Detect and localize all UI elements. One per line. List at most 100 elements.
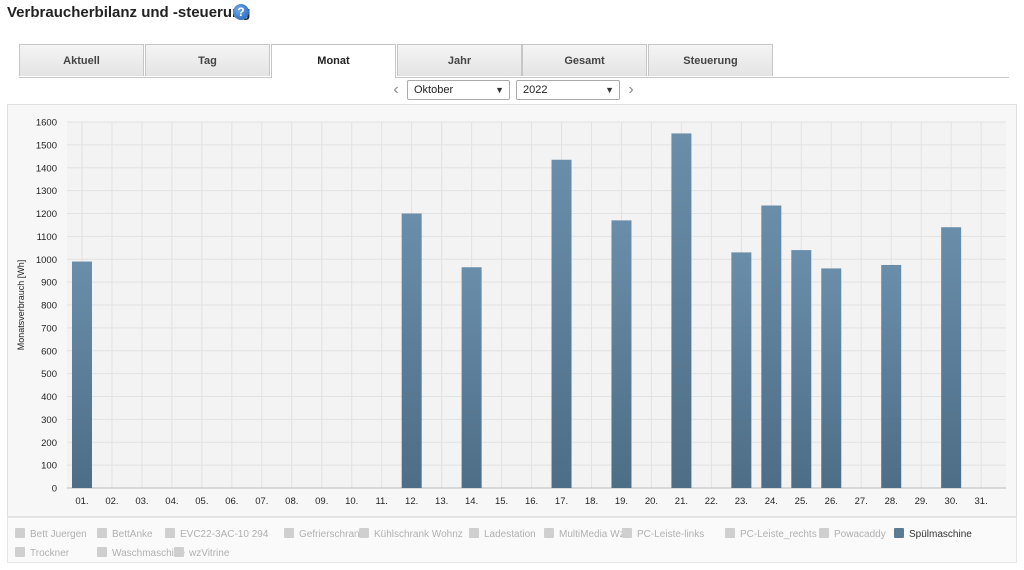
- legend-swatch: [819, 528, 829, 538]
- legend-label: Ladestation: [484, 529, 536, 540]
- legend-item[interactable]: EVC22-3AC-10 294: [165, 528, 268, 540]
- bar-28[interactable]: [881, 264, 902, 488]
- legend-label: Gefrierschrank: [299, 529, 365, 540]
- legend-swatch: [97, 528, 107, 538]
- year-select[interactable]: 2022 ▼: [516, 80, 620, 100]
- legend-item[interactable]: Kühlschrank Wohnz: [359, 528, 463, 540]
- bar-01[interactable]: [71, 261, 92, 488]
- help-icon[interactable]: ?: [233, 4, 249, 20]
- x-tick-label: 03.: [135, 496, 148, 507]
- x-tick-label: 12.: [405, 496, 418, 507]
- bar-chart: 0 100 200 300 400 500 600 700 800 900 1000 1100 1200…: [16, 118, 1006, 507]
- legend-swatch: [725, 528, 735, 538]
- x-tick-label: 01.: [75, 496, 88, 507]
- legend-item[interactable]: Trockner: [15, 547, 69, 559]
- x-tick-label: 13.: [435, 496, 448, 507]
- x-tick-label: 07.: [255, 496, 268, 507]
- tab-gesamt[interactable]: Gesamt: [522, 44, 647, 76]
- x-tick-label: 28.: [885, 496, 898, 507]
- chevron-left-icon[interactable]: ‹: [389, 81, 403, 99]
- x-tick-label: 19.: [615, 496, 628, 507]
- legend-item[interactable]: Waschmaschine: [97, 547, 185, 559]
- bar-12[interactable]: [401, 213, 422, 489]
- bar-14[interactable]: [461, 267, 482, 488]
- legend-item[interactable]: Ladestation: [469, 528, 536, 540]
- legend-item[interactable]: Bett Juergen: [15, 528, 87, 540]
- legend-label: EVC22-3AC-10 294: [180, 529, 269, 540]
- x-tick-label: 29.: [915, 496, 928, 507]
- legend-swatch: [284, 528, 294, 538]
- legend-item[interactable]: Spülmaschine: [894, 528, 972, 540]
- legend-label: Bett Juergen: [30, 529, 87, 540]
- x-tick-label: 22.: [705, 496, 718, 507]
- year-select-value: 2022: [523, 84, 548, 96]
- y-tick-label: 600: [41, 346, 57, 357]
- bar-26[interactable]: [821, 268, 842, 488]
- legend-item[interactable]: wzVitrine: [174, 547, 229, 559]
- legend-swatch: [15, 547, 25, 557]
- y-tick-label: 400: [41, 392, 57, 403]
- legend-label: Trockner: [30, 548, 70, 559]
- tab-aktuell[interactable]: Aktuell: [19, 44, 144, 76]
- bar-17[interactable]: [551, 159, 572, 488]
- x-tick-label: 08.: [285, 496, 298, 507]
- x-tick-label: 09.: [315, 496, 328, 507]
- y-tick-label: 300: [41, 415, 57, 426]
- x-tick-label: 11.: [375, 496, 388, 507]
- x-tick-label: 20.: [645, 496, 658, 507]
- x-tick-label: 14.: [465, 496, 478, 507]
- month-select[interactable]: Oktober ▼: [407, 80, 510, 100]
- legend-label: wzVitrine: [189, 548, 230, 559]
- y-tick-label: 900: [41, 278, 57, 289]
- x-tick-label: 05.: [195, 496, 208, 507]
- x-tick-label: 06.: [225, 496, 238, 507]
- legend-swatch: [174, 547, 184, 557]
- y-tick-label: 1400: [36, 163, 57, 174]
- y-tick-label: 1000: [36, 255, 57, 266]
- x-tick-label: 04.: [165, 496, 178, 507]
- tab-jahr[interactable]: Jahr: [397, 44, 522, 76]
- x-tick-label: 10.: [345, 496, 358, 507]
- x-tick-label: 27.: [855, 496, 868, 507]
- chart-legend: Bett Juergen BettAnke EVC22-3AC-10 294 Gefr…: [7, 517, 1017, 563]
- legend-item[interactable]: BettAnke: [97, 528, 153, 540]
- bar-19[interactable]: [611, 220, 632, 489]
- bar-30[interactable]: [941, 227, 962, 488]
- chevron-right-icon[interactable]: ›: [624, 81, 638, 99]
- chevron-down-icon: ▼: [605, 85, 614, 95]
- x-tick-label: 30.: [945, 496, 958, 507]
- bar-25[interactable]: [791, 250, 812, 488]
- legend-item[interactable]: PC-Leiste-links: [622, 528, 704, 540]
- legend-label: Spülmaschine: [909, 529, 972, 540]
- legend-item[interactable]: Powacaddy: [819, 528, 886, 540]
- legend-label: PC-Leiste_rechts: [740, 529, 817, 540]
- legend-swatch: [469, 528, 479, 538]
- y-tick-label: 700: [41, 323, 57, 334]
- tab-steuerung[interactable]: Steuerung: [648, 44, 773, 76]
- bar-24[interactable]: [761, 205, 782, 488]
- y-tick-label: 800: [41, 301, 57, 312]
- x-tick-label: 31.: [975, 496, 988, 507]
- legend-item[interactable]: MultiMedia Wz: [544, 528, 625, 540]
- x-tick-label: 18.: [585, 496, 598, 507]
- x-tick-label: 23.: [735, 496, 748, 507]
- x-tick-label: 02.: [105, 496, 118, 507]
- legend-item[interactable]: PC-Leiste_rechts: [725, 528, 817, 540]
- y-tick-label: 0: [52, 484, 57, 495]
- y-tick-label: 1300: [36, 186, 57, 197]
- legend-label: Kühlschrank Wohnz: [374, 529, 463, 540]
- chart-area: 0 100 200 300 400 500 600 700 800 900 1000 1100 1200…: [7, 104, 1017, 517]
- legend-swatch: [544, 528, 554, 538]
- y-tick-label: 200: [41, 438, 57, 449]
- legend-item[interactable]: Gefrierschrank: [284, 528, 365, 540]
- month-select-value: Oktober: [414, 84, 454, 96]
- tab-monat[interactable]: Monat: [271, 44, 396, 78]
- period-selector: ‹ Oktober ▼ 2022 ▼ ›: [0, 77, 1024, 103]
- tab-tag[interactable]: Tag: [145, 44, 270, 76]
- bar-21[interactable]: [671, 133, 692, 488]
- legend-swatch: [359, 528, 369, 538]
- legend-swatch: [15, 528, 25, 538]
- x-tick-label: 15.: [495, 496, 508, 507]
- bar-23[interactable]: [731, 252, 752, 488]
- legend-label: PC-Leiste-links: [637, 529, 705, 540]
